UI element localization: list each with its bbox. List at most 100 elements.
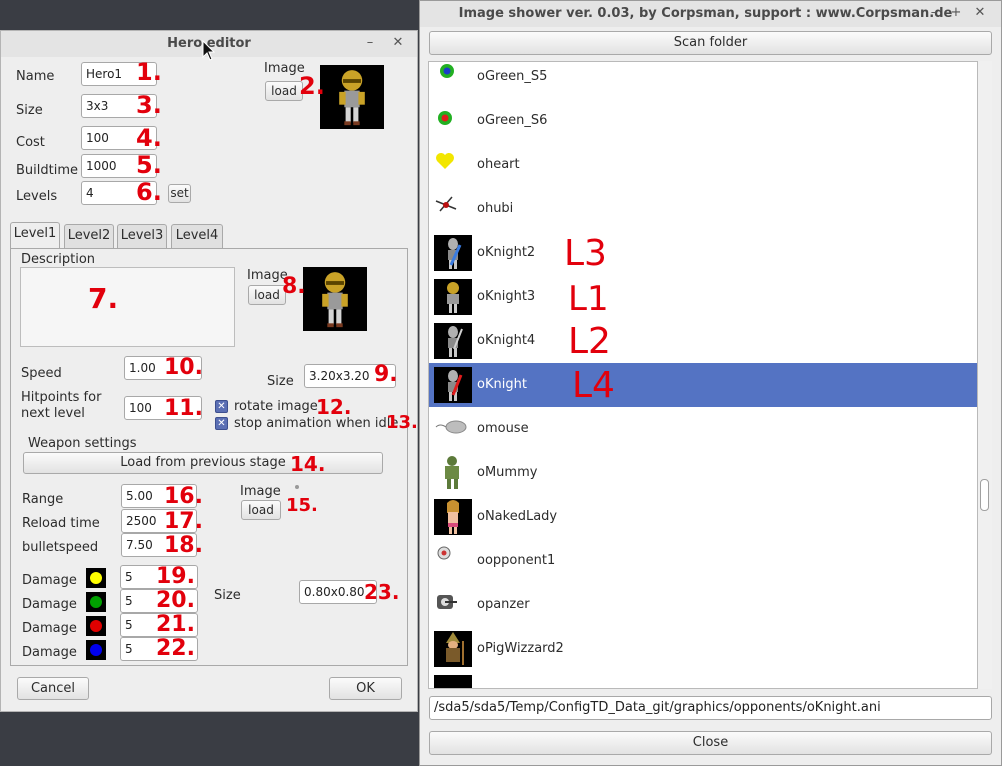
heart-icon bbox=[436, 153, 454, 169]
list-item[interactable]: oKnight3 bbox=[429, 275, 977, 319]
damage-label: Damage bbox=[22, 621, 77, 636]
annotation-3: 3. bbox=[136, 91, 162, 119]
opponent-icon bbox=[437, 546, 451, 560]
annotation-12: 12. bbox=[316, 395, 352, 419]
list-item-label: oGreen_S6 bbox=[477, 113, 548, 128]
ok-button[interactable]: OK bbox=[329, 677, 402, 700]
list-item-label: oPigWizzard2 bbox=[477, 641, 564, 656]
weapon-image-label: Image bbox=[240, 484, 281, 499]
scan-folder-button[interactable]: Scan folder bbox=[429, 31, 992, 55]
damage-color-dot bbox=[90, 644, 102, 656]
image-shower-title: Image shower ver. 0.03, by Corpsman, sup… bbox=[458, 6, 953, 21]
mouse-icon bbox=[435, 420, 467, 434]
level-image-preview bbox=[303, 267, 367, 331]
damage-color-swatch-green[interactable] bbox=[86, 592, 106, 612]
close-window-button[interactable]: ✕ bbox=[389, 34, 407, 52]
annotation-23: 23. bbox=[364, 580, 400, 604]
minimize-button[interactable]: – bbox=[925, 4, 943, 22]
bullet-size-label: Size bbox=[214, 588, 241, 603]
buildtime-label: Buildtime bbox=[16, 163, 79, 178]
damage-color-swatch-yellow[interactable] bbox=[86, 568, 106, 588]
bulletspeed-label: bulletspeed bbox=[22, 540, 99, 555]
description-textarea[interactable] bbox=[20, 267, 235, 347]
name-label: Name bbox=[16, 69, 55, 84]
image-list[interactable]: oGreen_S5 oGreen_S6 oheart ohubi oKnight… bbox=[428, 61, 978, 689]
rotate-image-label: rotate image bbox=[234, 399, 318, 414]
lady-icon bbox=[434, 499, 472, 535]
knight-icon bbox=[434, 235, 472, 271]
scrollbar-thumb[interactable] bbox=[980, 479, 989, 511]
tab-level2[interactable]: Level2 bbox=[64, 224, 114, 248]
list-item[interactable]: oKnight4 bbox=[429, 319, 977, 363]
list-item-label: oKnight4 bbox=[477, 333, 536, 348]
knight-icon bbox=[434, 279, 472, 315]
annotation-18: 18. bbox=[164, 533, 203, 558]
list-item[interactable]: ohubi bbox=[429, 187, 977, 231]
speed-label: Speed bbox=[21, 366, 62, 381]
list-item-label: oMummy bbox=[477, 465, 538, 480]
annotation-17: 17. bbox=[164, 509, 203, 534]
list-item[interactable]: oPigWizzard2 bbox=[429, 627, 977, 671]
annotation-7: 7. bbox=[88, 282, 119, 315]
close-window-button[interactable]: ✕ bbox=[971, 4, 989, 22]
list-item[interactable]: opanzer bbox=[429, 583, 977, 627]
damage-color-dot bbox=[90, 572, 102, 584]
set-levels-button[interactable]: set bbox=[168, 184, 191, 203]
minimize-button[interactable]: – bbox=[361, 34, 379, 52]
annotation-5: 5. bbox=[136, 151, 162, 179]
weapon-settings-label: Weapon settings bbox=[28, 436, 137, 451]
level-image-load-button[interactable]: load bbox=[248, 285, 286, 305]
list-item-label: opanzer bbox=[477, 597, 530, 612]
hero-image-load-button[interactable]: load bbox=[265, 81, 303, 101]
image-shower-titlebar[interactable]: Image shower ver. 0.03, by Corpsman, sup… bbox=[420, 1, 1001, 27]
list-item bbox=[429, 671, 977, 688]
annotation-21: 21. bbox=[156, 612, 195, 637]
levels-label: Levels bbox=[16, 189, 58, 204]
list-item-label: oKnight2 bbox=[477, 245, 536, 260]
size-label: Size bbox=[16, 103, 43, 118]
damage-label: Damage bbox=[22, 645, 77, 660]
knight-icon bbox=[434, 323, 472, 359]
rotate-image-checkbox[interactable]: ✕ bbox=[215, 400, 228, 413]
list-item[interactable]: oheart bbox=[429, 143, 977, 187]
tab-level3[interactable]: Level3 bbox=[117, 224, 167, 248]
annotation-8: 8. bbox=[282, 274, 306, 299]
list-scrollbar[interactable] bbox=[978, 61, 992, 689]
green-dot-icon bbox=[438, 111, 452, 125]
annotation-22: 22. bbox=[156, 636, 195, 661]
cancel-button[interactable]: Cancel bbox=[17, 677, 89, 700]
list-item[interactable]: oKnight2 bbox=[429, 231, 977, 275]
list-item[interactable]: oMummy bbox=[429, 451, 977, 495]
list-item[interactable]: oGreen_S6 bbox=[429, 99, 977, 143]
stop-animation-checkbox[interactable]: ✕ bbox=[215, 417, 228, 430]
tank-icon bbox=[437, 595, 457, 609]
annotation-l1: L1 bbox=[568, 279, 609, 319]
list-item-label: oKnight3 bbox=[477, 289, 536, 304]
annotation-l4: L4 bbox=[572, 365, 615, 406]
annotation-14: 14. bbox=[290, 452, 326, 476]
load-from-previous-stage-button[interactable]: Load from previous stage bbox=[23, 452, 383, 474]
list-item-selected[interactable]: oKnight bbox=[429, 363, 977, 407]
partial-item-icon bbox=[434, 675, 472, 688]
list-item-label: oNakedLady bbox=[477, 509, 558, 524]
tab-level1[interactable]: Level1 bbox=[10, 222, 60, 249]
damage-color-swatch-red[interactable] bbox=[86, 616, 106, 636]
list-item[interactable]: oopponent1 bbox=[429, 539, 977, 583]
weapon-image-load-button[interactable]: load bbox=[241, 500, 281, 520]
maximize-button[interactable]: + bbox=[947, 4, 965, 22]
helicopter-icon bbox=[435, 196, 457, 212]
list-item[interactable]: oGreen_S5 bbox=[429, 62, 977, 99]
annotation-11: 11. bbox=[164, 396, 203, 421]
tab-level4[interactable]: Level4 bbox=[171, 224, 223, 248]
green-dot-icon bbox=[440, 64, 454, 78]
list-item-label: oKnight bbox=[477, 377, 527, 392]
list-item[interactable]: oNakedLady bbox=[429, 495, 977, 539]
list-item[interactable]: omouse bbox=[429, 407, 977, 451]
list-item-label: omouse bbox=[477, 421, 529, 436]
damage-color-dot bbox=[90, 620, 102, 632]
damage-color-swatch-blue[interactable] bbox=[86, 640, 106, 660]
close-button[interactable]: Close bbox=[429, 731, 992, 755]
file-path-field[interactable]: /sda5/sda5/Temp/ConfigTD_Data_git/graphi… bbox=[429, 696, 992, 720]
annotation-19: 19. bbox=[156, 564, 195, 589]
hitpoints-label-line1: Hitpoints for bbox=[21, 390, 102, 405]
